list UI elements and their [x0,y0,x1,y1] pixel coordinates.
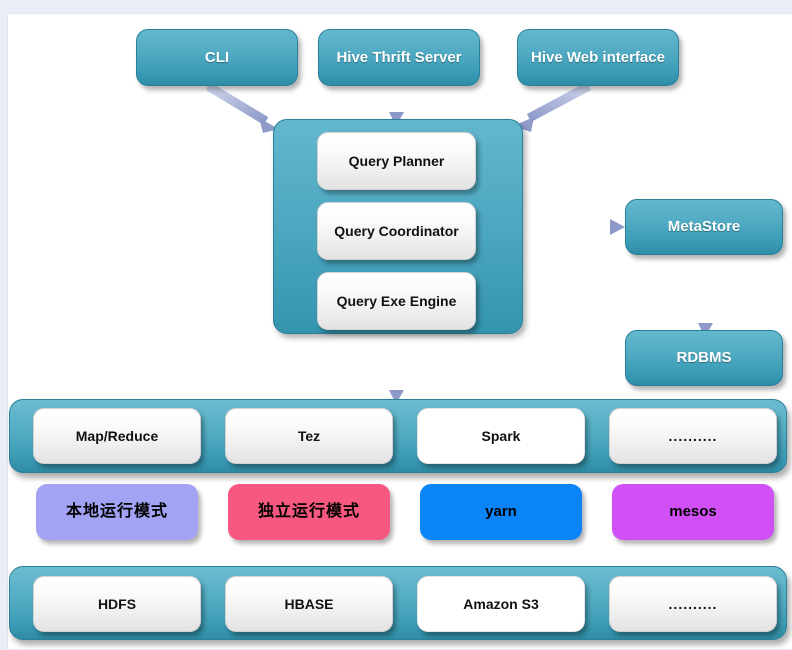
execution-engine-tez[interactable]: Tez [225,408,393,464]
client-label: Hive Web interface [531,48,665,66]
rdbms-label: RDBMS [676,349,732,367]
metastore-box[interactable]: MetaStore [625,199,783,255]
storage-label: HBASE [284,595,334,612]
driver-component-label: Query Exe Engine [336,292,457,309]
execution-engine-label: .......... [668,427,718,444]
storage-hbase[interactable]: HBASE [225,576,393,632]
execution-engine-label: Spark [481,427,521,444]
metastore-label: MetaStore [667,218,741,236]
client-box-cli[interactable]: CLI [136,29,298,86]
run-mode-standalone[interactable]: 独立运行模式 [228,484,390,540]
client-box-hive-web-interface[interactable]: Hive Web interface [517,29,679,86]
arrow-driver-to-engines [389,332,404,404]
storage-label: HDFS [97,595,137,612]
client-label: CLI [204,48,230,66]
storage-amazon-s3[interactable]: Amazon S3 [417,576,585,632]
execution-engine-more[interactable]: .......... [609,408,777,464]
client-box-hive-thrift-server[interactable]: Hive Thrift Server [318,29,480,86]
driver-component-query-coordinator[interactable]: Query Coordinator [317,202,476,260]
driver-component-label: Query Coordinator [334,222,459,239]
execution-engine-spark[interactable]: Spark [417,408,585,464]
arrow-driver-to-metastore [521,219,625,235]
storage-label: Amazon S3 [463,595,539,612]
storage-more[interactable]: .......... [609,576,777,632]
arrow-metastore-to-rdbms [698,255,713,337]
storage-label: .......... [668,595,718,612]
run-mode-label: 本地运行模式 [65,502,168,520]
storage-hdfs[interactable]: HDFS [33,576,201,632]
run-mode-mesos[interactable]: mesos [612,484,774,540]
execution-engine-map-reduce[interactable]: Map/Reduce [33,408,201,464]
run-mode-yarn[interactable]: yarn [420,484,582,540]
client-label: Hive Thrift Server [336,48,462,66]
run-mode-label: mesos [669,503,717,521]
rdbms-box[interactable]: RDBMS [625,330,783,386]
driver-component-query-exe-engine[interactable]: Query Exe Engine [317,272,476,330]
execution-engine-label: Map/Reduce [75,427,159,444]
run-mode-label: yarn [485,503,517,521]
diagram-canvas: CLI Hive Thrift Server Hive Web interfac… [7,13,792,649]
driver-component-label: Query Planner [348,152,445,169]
execution-engine-label: Tez [297,427,321,444]
run-mode-label: 独立运行模式 [257,502,360,520]
driver-component-query-planner[interactable]: Query Planner [317,132,476,190]
run-mode-local[interactable]: 本地运行模式 [36,484,198,540]
arrow-cli-to-driver [205,82,279,133]
arrow-webui-to-driver [513,82,592,132]
